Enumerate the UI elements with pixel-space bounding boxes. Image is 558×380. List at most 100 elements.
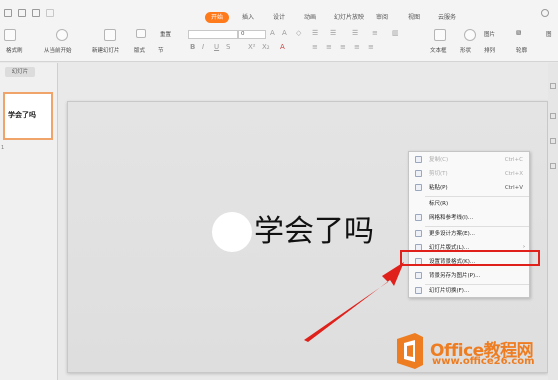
side-tool-icon-1[interactable] — [550, 83, 556, 89]
side-tool-icon-3[interactable] — [550, 138, 556, 144]
tab-design[interactable]: 设计 — [273, 12, 285, 23]
tab-slides[interactable]: 幻灯片 — [5, 67, 35, 77]
font-name-select[interactable] — [188, 30, 238, 39]
menu-item-label: 粘贴(P) — [429, 185, 448, 191]
slide-thumbnail-text: 学会了吗 — [8, 111, 36, 119]
layout-icon[interactable] — [136, 29, 146, 38]
line-spacing-icon[interactable]: ≡ — [372, 29, 378, 37]
ribbon-toolbar: 格式刷 从当前开始 新建幻灯片 版式 重置 节 0 A A ◇ B I U S … — [0, 26, 558, 62]
new-slide-icon[interactable] — [104, 29, 116, 41]
transition-icon — [415, 287, 422, 294]
search-icon[interactable] — [541, 9, 549, 17]
bold-icon[interactable]: B — [190, 43, 195, 51]
format-brush-icon[interactable] — [4, 29, 16, 41]
more-picture-button[interactable]: 图 — [546, 30, 552, 38]
align-center-icon[interactable]: ≡ — [326, 43, 332, 51]
menu-item-shortcut: Ctrl+V — [504, 185, 523, 191]
quick-access-dropdown-icon[interactable] — [58, 9, 62, 17]
redo-icon[interactable] — [46, 9, 54, 17]
menu-item-slide-transition[interactable]: 幻灯片切换(F)... — [411, 285, 529, 297]
italic-icon[interactable]: I — [202, 43, 204, 51]
menu-item-copy[interactable]: 复制(C) Ctrl+C — [411, 154, 529, 166]
menu-item-label: 背景另存为图片(P)... — [429, 273, 481, 279]
red-arrow-annotation — [304, 262, 404, 342]
copy-icon — [415, 156, 422, 163]
title-tab-bar: 开始 插入 设计 动画 幻灯片放映 审阅 视图 云服务 — [0, 0, 558, 26]
layout-button[interactable]: 版式 — [134, 46, 145, 54]
menu-item-shortcut: Ctrl+C — [504, 157, 523, 163]
slide-title-text[interactable]: 学会了吗 — [254, 212, 374, 252]
justify-icon[interactable]: ≡ — [354, 43, 360, 51]
tab-cloud[interactable]: 云服务 — [438, 12, 456, 23]
tab-home[interactable]: 开始 — [205, 12, 230, 23]
menu-item-label: 幻灯片切换(F)... — [429, 288, 470, 294]
font-color-icon[interactable]: A — [280, 43, 285, 51]
tab-review[interactable]: 审阅 — [376, 12, 388, 23]
paste-icon — [415, 184, 422, 191]
print-icon[interactable] — [18, 9, 26, 17]
new-slide-button[interactable]: 新建幻灯片 — [92, 46, 120, 54]
menu-item-label: 复制(C) — [429, 157, 449, 163]
shape-icon[interactable] — [464, 29, 476, 41]
watermark-url: www.office26.com — [432, 356, 535, 367]
play-from-current-button[interactable]: 从当前开始 — [44, 46, 72, 54]
office-logo-icon — [397, 333, 423, 369]
bullets-icon[interactable]: ☰ — [312, 29, 318, 37]
shape-button[interactable]: 形状 — [460, 46, 471, 54]
reset-button[interactable]: 重置 — [160, 30, 171, 38]
menu-item-more-designs[interactable]: 更多设计方案(E)... — [411, 228, 529, 240]
text-box-button[interactable]: 文本框 — [430, 46, 447, 54]
slide-thumbnail[interactable]: 学会了吗 — [3, 92, 53, 140]
side-tool-icon-2[interactable] — [550, 113, 556, 119]
highlight-box — [400, 250, 540, 266]
distribute-icon[interactable]: ≡ — [368, 43, 374, 51]
align-right-icon[interactable]: ≡ — [340, 43, 346, 51]
menu-item-label: 更多设计方案(E)... — [429, 231, 476, 237]
format-brush-button[interactable]: 格式刷 — [6, 46, 23, 54]
tab-insert[interactable]: 插入 — [242, 12, 254, 23]
menu-separator — [425, 226, 529, 227]
play-icon[interactable] — [56, 29, 68, 41]
menu-item-ruler[interactable]: 标尺(R) — [411, 198, 529, 210]
menu-item-shortcut: Ctrl+X — [504, 171, 523, 177]
context-menu: 复制(C) Ctrl+C 剪切(T) Ctrl+X 粘贴(P) Ctrl+V 标… — [408, 151, 530, 298]
presentation-app: 开始 插入 设计 动画 幻灯片放映 审阅 视图 云服务 格式刷 从当前开始 新建… — [0, 0, 558, 380]
menu-item-save-background[interactable]: 背景另存为图片(P)... — [411, 270, 529, 282]
columns-icon[interactable]: ▥ — [392, 29, 399, 37]
clear-format-icon[interactable]: ◇ — [296, 29, 301, 37]
font-size-select[interactable]: 0 — [238, 30, 266, 39]
superscript-icon[interactable]: X² — [248, 43, 256, 51]
menu-item-label: 标尺(R) — [429, 201, 449, 207]
menu-item-paste[interactable]: 粘贴(P) Ctrl+V — [411, 182, 529, 194]
slide-number: 1 — [1, 145, 5, 151]
decrease-font-icon[interactable]: A — [282, 29, 287, 37]
increase-font-icon[interactable]: A — [270, 29, 275, 37]
align-left-icon[interactable]: ≡ — [312, 43, 318, 51]
menu-item-cut[interactable]: 剪切(T) Ctrl+X — [411, 168, 529, 180]
tab-animation[interactable]: 动画 — [304, 12, 316, 23]
side-tool-icon-4[interactable] — [550, 163, 556, 169]
menu-separator — [425, 196, 529, 197]
save-icon[interactable] — [4, 9, 12, 17]
section-button[interactable]: 节 — [158, 46, 164, 54]
menu-item-grid-guides[interactable]: 网格和参考线(I)... — [411, 212, 529, 224]
fill-button[interactable]: ▧ — [516, 30, 521, 36]
arrange-button[interactable]: 排列 — [484, 46, 495, 54]
picture-button[interactable]: 图片 — [484, 30, 495, 38]
slides-panel: 幻灯片 1 学会了吗 — [0, 63, 58, 380]
undo-icon[interactable] — [32, 9, 40, 17]
design-icon — [415, 230, 422, 237]
numbering-icon[interactable]: ☰ — [330, 29, 336, 37]
underline-icon[interactable]: U — [214, 43, 219, 51]
cut-icon — [415, 170, 422, 177]
text-box-icon[interactable] — [434, 29, 446, 41]
menu-item-label: 剪切(T) — [429, 171, 448, 177]
tab-slideshow[interactable]: 幻灯片放映 — [334, 12, 364, 23]
indent-icon[interactable]: ☰ — [352, 29, 358, 37]
white-circle-shape[interactable] — [212, 212, 252, 252]
shadow-icon[interactable]: S — [226, 43, 230, 51]
subscript-icon[interactable]: X₂ — [262, 43, 270, 51]
menu-item-label: 网格和参考线(I)... — [429, 215, 474, 221]
tab-view[interactable]: 视图 — [408, 12, 420, 23]
outline-button[interactable]: 轮廓 — [516, 46, 527, 54]
